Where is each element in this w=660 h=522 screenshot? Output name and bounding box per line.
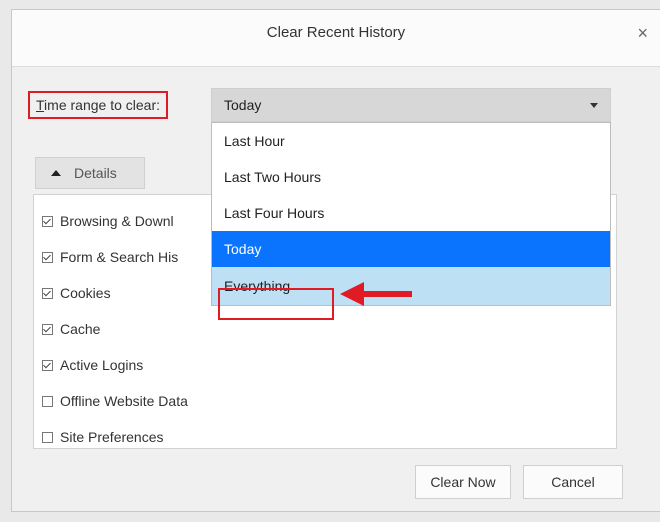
history-item-offline-data[interactable]: Offline Website Data xyxy=(42,389,188,413)
history-item-active-logins[interactable]: Active Logins xyxy=(42,353,143,377)
dropdown-caret-icon xyxy=(590,103,598,108)
title-bar: Clear Recent History × xyxy=(12,10,660,67)
history-item-cache[interactable]: Cache xyxy=(42,317,100,341)
details-toggle-label: Details xyxy=(74,165,117,181)
checkbox-offline-data[interactable] xyxy=(42,395,53,407)
time-range-label-accesskey: T xyxy=(36,97,45,113)
checkbox-browsing[interactable] xyxy=(42,215,53,227)
history-item-label: Site Preferences xyxy=(60,429,164,445)
option-today[interactable]: Today xyxy=(212,231,610,267)
history-item-site-prefs[interactable]: Site Preferences xyxy=(42,425,164,449)
checkbox-form-search[interactable] xyxy=(42,251,53,263)
checkbox-site-prefs[interactable] xyxy=(42,431,53,443)
option-last-hour[interactable]: Last Hour xyxy=(212,123,610,159)
history-item-label: Active Logins xyxy=(60,357,144,373)
checkbox-cookies[interactable] xyxy=(42,287,53,299)
history-item-cookies[interactable]: Cookies xyxy=(42,281,111,305)
option-last-four-hours[interactable]: Last Four Hours xyxy=(212,195,610,231)
annotation-highlight-box xyxy=(218,288,334,320)
time-range-selected-value: Today xyxy=(224,97,262,113)
time-range-label: Time range to clear: xyxy=(28,91,168,119)
annotation-arrow-icon xyxy=(340,282,412,306)
checkbox-cache[interactable] xyxy=(42,323,53,335)
dialog-title: Clear Recent History xyxy=(266,24,406,41)
history-item-label: Cache xyxy=(60,321,101,337)
checkbox-active-logins[interactable] xyxy=(42,359,53,371)
chevron-up-icon xyxy=(51,170,61,176)
close-icon[interactable]: × xyxy=(637,23,648,44)
clear-now-button[interactable]: Clear Now xyxy=(415,465,511,499)
cancel-button[interactable]: Cancel xyxy=(523,465,623,499)
time-range-label-text: ime range to clear: xyxy=(44,97,160,113)
details-toggle-button[interactable]: Details xyxy=(35,157,145,189)
history-item-label: Offline Website Data xyxy=(60,393,188,409)
history-item-label: Form & Search His xyxy=(60,249,179,265)
option-last-two-hours[interactable]: Last Two Hours xyxy=(212,159,610,195)
history-item-label: Browsing & Downl xyxy=(60,213,174,229)
time-range-select[interactable]: Today xyxy=(211,88,611,122)
history-item-form-search[interactable]: Form & Search His xyxy=(42,245,178,269)
history-item-browsing[interactable]: Browsing & Downl xyxy=(42,209,174,233)
history-item-label: Cookies xyxy=(60,285,111,301)
